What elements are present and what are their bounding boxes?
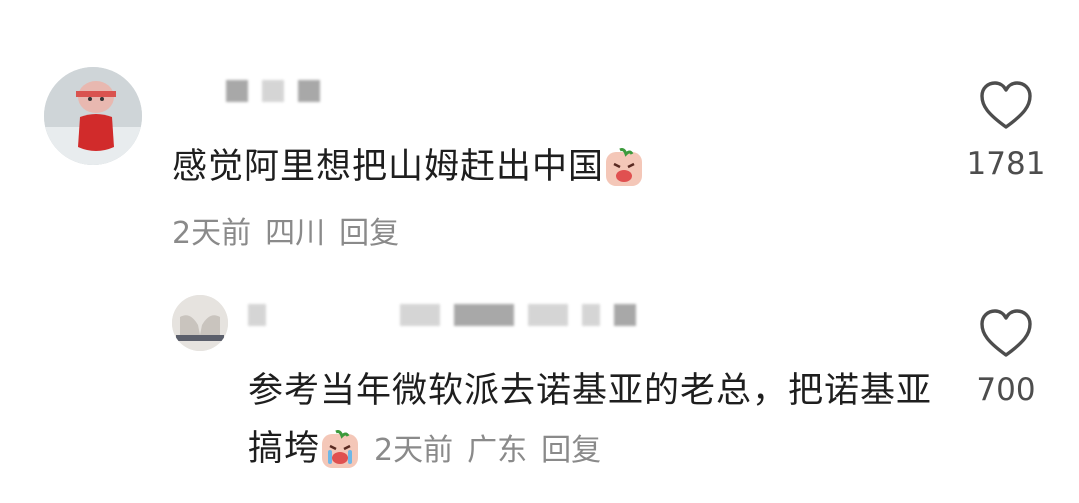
reply-like-button[interactable] [978, 308, 1034, 364]
reply-username-blurred[interactable] [248, 304, 636, 326]
like-count: 1781 [966, 146, 1046, 182]
crying-face-icon [604, 148, 644, 188]
comment-text: 感觉阿里想把山姆赶出中国 [172, 138, 644, 189]
commenter-username-blurred[interactable] [226, 80, 320, 102]
reply-meta: 2天前 广东 回复 [374, 433, 615, 468]
comment-location: 四川 [265, 216, 326, 251]
heart-outline-icon [980, 309, 1032, 357]
reply-commenter-avatar[interactable] [172, 295, 228, 351]
reply-button[interactable]: 回复 [541, 433, 601, 468]
comment-time: 2天前 [172, 216, 252, 251]
reply-like-count: 700 [976, 372, 1036, 408]
comment-body: 感觉阿里想把山姆赶出中国 [172, 147, 605, 187]
like-button[interactable] [978, 80, 1034, 136]
comment-meta: 2天前 四川 回复 [172, 208, 413, 252]
reply-button[interactable]: 回复 [339, 216, 399, 251]
crying-face-icon [320, 430, 360, 470]
reply-time: 2天前 [374, 433, 454, 468]
heart-outline-icon [980, 81, 1032, 129]
commenter-avatar[interactable] [44, 67, 142, 165]
reply-text: 参考当年微软派去诺基亚的老总，把诺基亚搞垮 2天前 广东 回复 [248, 362, 938, 480]
reply-location: 广东 [467, 433, 528, 468]
